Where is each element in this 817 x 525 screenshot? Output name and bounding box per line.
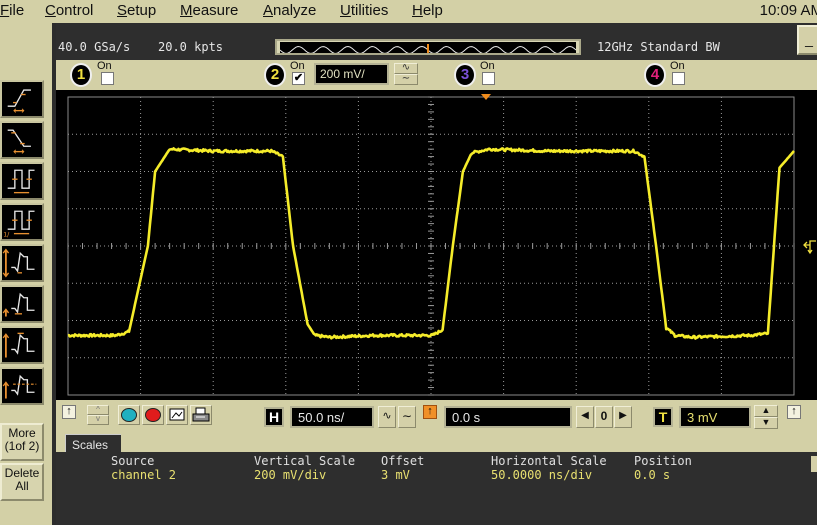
delay-field[interactable]: 0.0 s xyxy=(444,406,572,428)
vmax-icon xyxy=(2,332,35,358)
channel-3-checkbox[interactable] xyxy=(482,72,495,85)
measure-period-button[interactable] xyxy=(0,162,44,200)
run-button[interactable] xyxy=(118,405,140,425)
marker-up-right-icon[interactable]: ↑ xyxy=(787,405,801,419)
minimize-button[interactable]: _ xyxy=(797,25,817,55)
measure-vavg-button[interactable] xyxy=(0,367,44,405)
position-header: Position xyxy=(634,454,692,468)
channel-2-scale-down-button[interactable]: ∼ xyxy=(394,74,418,85)
menu-control[interactable]: Control xyxy=(45,2,93,19)
vpp-icon xyxy=(2,248,35,278)
frequency-icon: 1/ xyxy=(3,210,35,238)
horizontal-key[interactable]: H xyxy=(264,407,284,427)
vertical-scale-header: Vertical Scale xyxy=(254,454,356,468)
channel-3-button[interactable]: 3 xyxy=(454,63,476,87)
channel-2-scale-field[interactable]: 200 mV/ xyxy=(314,63,389,85)
measurement-toolbar: 1/ More (1of 2) Delete All xyxy=(0,23,52,525)
period-icon xyxy=(7,169,35,194)
more-page-label: (1of 2) xyxy=(4,439,40,453)
channel-1-checkbox[interactable] xyxy=(101,72,114,85)
menu-measure[interactable]: Measure xyxy=(180,2,238,19)
source-value: channel 2 xyxy=(111,468,177,482)
info-scrollbar[interactable] xyxy=(811,456,817,472)
horizontal-scale-header: Horizontal Scale xyxy=(491,454,607,468)
channel-bar: 1 On 2 On ✔ 200 mV/ ∿ ∼ 3 On 4 On xyxy=(60,60,817,90)
delay-marker-icon[interactable]: ↑ xyxy=(423,405,437,419)
channel-2-button[interactable]: 2 xyxy=(264,63,286,87)
memory-depth: 20.0 kpts xyxy=(158,40,224,54)
trigger-key[interactable]: T xyxy=(653,407,673,427)
delay-left-button[interactable]: ◀ xyxy=(576,406,594,428)
marker-up-icon[interactable]: ↑ xyxy=(62,405,76,419)
offset-value: 3 mV xyxy=(381,468,410,482)
channel-4-on-label: On xyxy=(670,60,685,72)
measure-vmin-button[interactable] xyxy=(0,285,44,323)
printer-icon xyxy=(192,407,210,422)
menu-utilities[interactable]: Utilities xyxy=(340,2,388,19)
svg-text:1/: 1/ xyxy=(3,231,10,238)
menu-help[interactable]: Help xyxy=(412,2,443,19)
bandwidth-label: 12GHz Standard BW xyxy=(597,40,720,54)
channel-2-on-label: On xyxy=(290,60,305,72)
source-header: Source xyxy=(111,454,155,468)
stop-icon xyxy=(145,408,161,422)
print-button[interactable] xyxy=(190,405,212,425)
measure-fall-time-button[interactable] xyxy=(0,121,44,159)
horizontal-scale-value: 50.0000 ns/div xyxy=(491,468,593,482)
channel-2-ground-marker[interactable] xyxy=(803,240,816,255)
vertical-scale-value: 200 mV/div xyxy=(254,468,327,482)
channel-3-on-label: On xyxy=(480,60,495,72)
image-icon xyxy=(169,408,185,421)
menu-bar: File Control Setup Measure Analyze Utili… xyxy=(0,0,817,23)
channel-2-checkbox[interactable]: ✔ xyxy=(292,72,305,85)
channel-4-checkbox[interactable] xyxy=(672,72,685,85)
overview-waveform-icon xyxy=(280,44,576,53)
scroll-down-button[interactable]: v xyxy=(87,415,109,425)
clock: 10:09 AM xyxy=(759,2,817,19)
trigger-level-up-button[interactable]: ▲ xyxy=(754,405,778,417)
measure-rise-time-button[interactable] xyxy=(0,80,44,118)
delay-right-button[interactable]: ▶ xyxy=(614,406,632,428)
waveform-overview[interactable] xyxy=(275,39,581,55)
measure-frequency-button[interactable]: 1/ xyxy=(0,203,44,241)
stop-button[interactable] xyxy=(142,405,164,425)
sample-rate: 40.0 GSa/s xyxy=(58,40,131,54)
measure-vpp-button[interactable] xyxy=(0,244,44,282)
trigger-level-down-button[interactable]: ▼ xyxy=(754,417,778,429)
horizontal-fine-button[interactable]: ∿ xyxy=(378,406,396,428)
delay-reference-button[interactable]: 0 xyxy=(595,406,613,428)
menu-setup[interactable]: Setup xyxy=(117,2,156,19)
channel-1-on-label: On xyxy=(97,60,112,72)
channel-1-button[interactable]: 1 xyxy=(70,63,92,87)
menu-analyze[interactable]: Analyze xyxy=(263,2,316,19)
save-screen-button[interactable] xyxy=(166,405,188,425)
scales-info-panel: Source channel 2 Vertical Scale 200 mV/d… xyxy=(56,452,817,525)
tab-strip: Scales xyxy=(56,434,817,453)
horizontal-coarse-button[interactable]: ∼ xyxy=(398,406,416,428)
fall-time-icon xyxy=(7,129,31,154)
channel-4-button[interactable]: 4 xyxy=(644,63,666,87)
menu-file[interactable]: File xyxy=(0,2,24,19)
control-bar: ↑ ^ v H 50.0 ns/ ∿ ∼ ↑ 0.0 s ◀ 0 ▶ T 3 m… xyxy=(56,400,817,434)
offset-header: Offset xyxy=(381,454,425,468)
trigger-level-field[interactable]: 3 mV xyxy=(679,406,751,428)
all-label: All xyxy=(15,479,29,493)
position-value: 0.0 s xyxy=(634,468,671,482)
more-softkeys-button[interactable]: More (1of 2) xyxy=(0,423,44,461)
vmin-icon xyxy=(2,292,35,317)
delete-all-button[interactable]: Delete All xyxy=(0,463,44,501)
measure-vmax-button[interactable] xyxy=(0,326,44,364)
run-icon xyxy=(121,408,137,422)
rise-time-icon xyxy=(7,89,31,113)
vavg-icon xyxy=(2,374,37,399)
horizontal-scale-field[interactable]: 50.0 ns/ xyxy=(290,406,374,428)
tab-scales[interactable]: Scales xyxy=(65,434,121,453)
waveform-graticule[interactable] xyxy=(56,90,817,400)
acquisition-bar: 40.0 GSa/s 20.0 kpts 12GHz Standard BW _ xyxy=(56,23,817,60)
